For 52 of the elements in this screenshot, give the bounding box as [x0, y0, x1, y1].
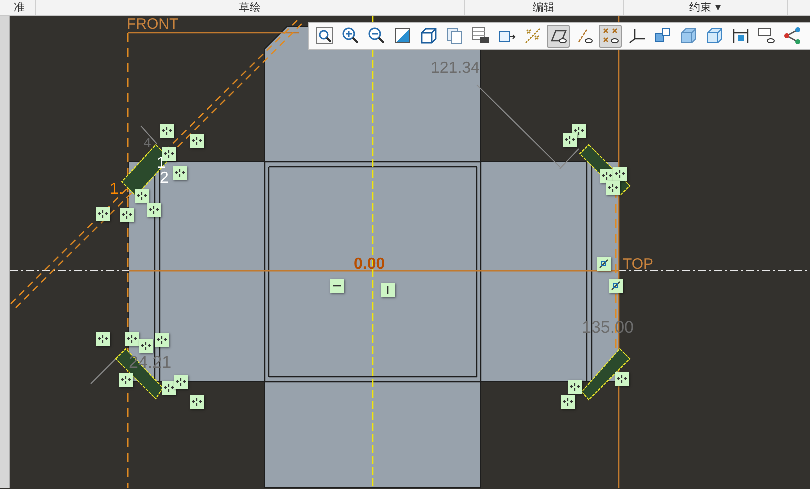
cube-icon — [418, 26, 438, 46]
zoom-fit-icon — [314, 26, 334, 46]
constraint-icon[interactable] — [190, 134, 204, 148]
dimension-value[interactable]: 121.34 — [431, 59, 480, 78]
point-display-button[interactable] — [599, 24, 622, 48]
constraint-icon[interactable] — [139, 339, 153, 353]
point-on-line-constraint-icon[interactable] — [597, 257, 611, 271]
horizontal-constraint-icon[interactable] — [330, 279, 344, 293]
dropdown-caret[interactable]: ▾ — [716, 0, 722, 14]
constraint-icon[interactable] — [606, 181, 620, 195]
ribbon-group-label: 编辑 — [533, 0, 555, 14]
constraint-icon[interactable] — [561, 395, 575, 409]
constraint-icon[interactable] — [119, 373, 133, 387]
dimension-value[interactable]: 1. — [110, 180, 124, 200]
solid-box-icon — [678, 26, 698, 46]
transparent-box-icon — [704, 26, 724, 46]
dimension-value[interactable]: 4 — [144, 135, 152, 151]
point-on-line-constraint-icon[interactable] — [609, 279, 623, 293]
highlighted-segment — [581, 348, 631, 401]
vertical-constraint-icon[interactable] — [381, 283, 395, 297]
datum-label: FRONT — [127, 16, 179, 34]
zoom-out-icon — [366, 26, 386, 46]
constraint-icon[interactable] — [96, 332, 110, 346]
saved-views-icon — [444, 26, 464, 46]
plane-display-button[interactable] — [547, 24, 570, 48]
constraint-icon[interactable] — [96, 207, 110, 221]
constraint-icon[interactable] — [173, 166, 187, 180]
ribbon-group-label: 准 — [14, 0, 25, 14]
constraint-icon[interactable] — [162, 381, 176, 395]
constraint-icon[interactable] — [135, 189, 149, 203]
constraint-icon[interactable] — [190, 395, 204, 409]
constraint-icon[interactable] — [563, 133, 577, 147]
camera-icon — [470, 26, 490, 46]
constraint-icon[interactable] — [155, 333, 169, 347]
datum-label: TOP — [623, 256, 654, 274]
constraint-icon[interactable] — [160, 124, 174, 138]
label-eye-icon — [756, 26, 776, 46]
constraint-icon[interactable] — [125, 332, 139, 346]
dimension-value[interactable]: 0.00 — [354, 255, 386, 274]
node-graph-icon — [782, 26, 802, 46]
constraint-icon[interactable] — [120, 208, 134, 222]
constraint-icon[interactable] — [174, 375, 188, 389]
repaint-icon — [392, 26, 412, 46]
constraint-icon[interactable] — [613, 167, 627, 181]
constraint-icon[interactable] — [568, 380, 582, 394]
constraint-icon[interactable] — [147, 203, 161, 217]
point-cross-icon — [600, 26, 620, 46]
constraint-icon[interactable] — [615, 372, 629, 386]
ribbon-group-label: 约束 — [690, 0, 712, 14]
dimension-icon — [730, 26, 750, 46]
ribbon-group-label: 草绘 — [239, 0, 261, 14]
zoom-in-icon — [340, 26, 360, 46]
